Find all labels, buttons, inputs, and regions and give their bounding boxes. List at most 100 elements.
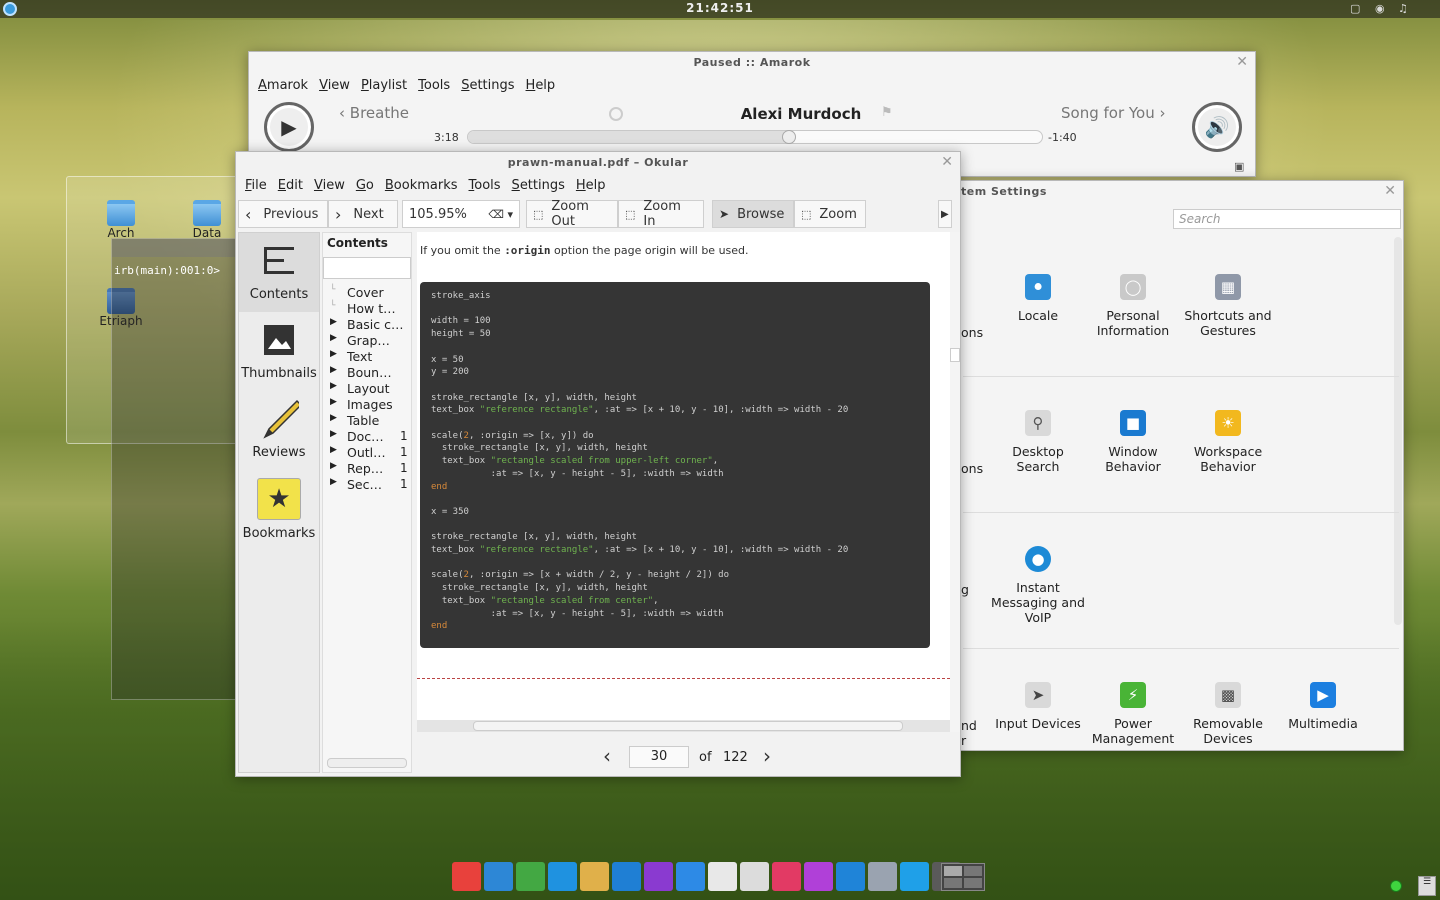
window-title[interactable]: tem Settings (947, 181, 1403, 203)
toc-item[interactable]: └ Cover (323, 285, 411, 301)
menu-edit[interactable]: Edit (275, 178, 311, 193)
expand-arrow-icon[interactable]: ▶ (330, 429, 337, 439)
setting-removable-devices[interactable]: ▩ Removable Devices (1180, 682, 1276, 746)
toc-item[interactable]: ▶ Basic c… (323, 317, 411, 333)
previous-track[interactable]: ‹ Breathe (339, 104, 409, 122)
toc-item[interactable]: └ How t… (323, 301, 411, 317)
sidebar-item-bookmarks[interactable]: ★ Bookmarks (239, 470, 319, 549)
setting-multimedia[interactable]: ▶ Multimedia (1275, 682, 1371, 731)
menu-settings[interactable]: Settings (509, 178, 573, 193)
dock-app-icon[interactable] (900, 862, 929, 891)
tray-volume-icon[interactable]: ♫ (1398, 2, 1408, 15)
toc-item[interactable]: ▶ Images (323, 397, 411, 413)
expand-arrow-icon[interactable]: ▶ (330, 445, 337, 455)
dock-app-icon[interactable] (516, 862, 545, 891)
dock-app-icon[interactable] (868, 862, 897, 891)
tray-clipboard-icon[interactable]: ▢ (1350, 2, 1360, 15)
menu-view[interactable]: View (316, 78, 358, 93)
dock-app-icon[interactable] (580, 862, 609, 891)
horizontal-scrollbar[interactable] (417, 720, 950, 732)
dock-app-icon[interactable] (772, 862, 801, 891)
desktop-icon-arch[interactable]: Arch (91, 200, 151, 240)
menu-file[interactable]: File (242, 178, 275, 193)
previous-button[interactable]: ‹ Previous (238, 200, 328, 228)
desktop-icon-data[interactable]: Data (177, 200, 237, 240)
close-icon[interactable]: ✕ (1384, 184, 1396, 198)
expand-arrow-icon[interactable]: ▶ (330, 349, 337, 359)
sidebar-item-reviews[interactable]: Reviews (239, 391, 319, 470)
clear-icon[interactable]: ⌫ ▾ (488, 208, 513, 221)
dock-app-icon[interactable] (804, 862, 833, 891)
sidebar-item-thumbnails[interactable]: Thumbnails (239, 312, 319, 391)
terminal-window[interactable]: irb(main):001:0> (111, 238, 241, 700)
setting-personal-information[interactable]: ◯ Personal Information (1085, 274, 1181, 338)
vertical-scrollbar-handle[interactable] (950, 348, 960, 362)
toc-item[interactable]: ▶ Sec… 1 (323, 477, 411, 493)
expand-arrow-icon[interactable]: ▶ (330, 413, 337, 423)
zoom-combobox[interactable]: 105.95% ⌫ ▾ (402, 200, 520, 228)
progress-handle[interactable] (782, 130, 797, 144)
toolbar-overflow-button[interactable]: ▶ (938, 200, 952, 228)
menu-settings[interactable]: Settings (458, 78, 522, 93)
chevron-left-icon[interactable]: ‹ (603, 744, 611, 768)
setting-power-management[interactable]: ⚡ Power Management (1085, 682, 1181, 746)
tray-network-icon[interactable]: ◉ (1375, 2, 1385, 15)
expand-arrow-icon[interactable]: ▶ (330, 317, 337, 327)
dock-app-icon[interactable] (548, 862, 577, 891)
chevron-right-icon[interactable]: › (763, 744, 771, 768)
menu-tools[interactable]: Tools (415, 78, 458, 93)
toc-item[interactable]: ▶ Rep… 1 (323, 461, 411, 477)
dock-app-icon[interactable] (612, 862, 641, 891)
menu-playlist[interactable]: Playlist (358, 78, 415, 93)
expand-arrow-icon[interactable]: ▶ (330, 333, 337, 343)
window-title[interactable]: Paused :: Amarok (249, 52, 1255, 74)
menu-help[interactable]: Help (573, 178, 614, 193)
scrollbar-handle[interactable] (473, 721, 903, 731)
dock-app-icon[interactable] (740, 862, 769, 891)
dock-app-icon[interactable] (452, 862, 481, 891)
clock[interactable]: 21:42:51 (0, 1, 1440, 15)
bookmark-icon[interactable]: ▣ (1234, 160, 1244, 173)
flag-icon[interactable]: ⚑ (881, 105, 893, 120)
menu-view[interactable]: View (311, 178, 353, 193)
setting-locale[interactable]: ⚫ Locale (990, 274, 1086, 323)
expand-arrow-icon[interactable]: ▶ (330, 397, 337, 407)
pager-widget[interactable] (941, 863, 985, 891)
setting-instant-messaging[interactable]: ● Instant Messaging and VoIP (990, 546, 1086, 625)
menu-go[interactable]: Go (353, 178, 382, 193)
zoom-tool-button[interactable]: ⬚ Zoom (794, 200, 866, 228)
dock-app-icon[interactable] (836, 862, 865, 891)
toc-item[interactable]: ▶ Table (323, 413, 411, 429)
expand-arrow-icon[interactable]: ▶ (330, 461, 337, 471)
sidebar-item-contents[interactable]: Contents (239, 233, 319, 312)
close-icon[interactable]: ✕ (941, 155, 953, 169)
menu-tools[interactable]: Tools (466, 178, 509, 193)
setting-window-behavior[interactable]: ■ Window Behavior (1085, 410, 1181, 474)
volume-button[interactable]: 🔊 (1192, 102, 1242, 152)
toc-item[interactable]: ▶ Grap… (323, 333, 411, 349)
scrollbar[interactable] (1394, 237, 1402, 625)
progress-slider[interactable] (467, 130, 1043, 144)
play-button[interactable]: ▶ (264, 102, 314, 152)
zoom-in-button[interactable]: ⬚ Zoom In (618, 199, 704, 229)
dock-app-icon[interactable] (484, 862, 513, 891)
expand-arrow-icon[interactable]: ▶ (330, 477, 337, 487)
dock-app-icon[interactable] (644, 862, 673, 891)
vertical-scrollbar[interactable] (950, 232, 960, 732)
document-page[interactable]: If you omit the :origin option the page … (417, 232, 950, 732)
window-title[interactable]: prawn-manual.pdf – Okular (236, 152, 960, 174)
page-number-input[interactable]: 30 (629, 746, 689, 768)
toc-item[interactable]: ▶ Boun… (323, 365, 411, 381)
cashew-icon[interactable]: ☰ (1418, 876, 1436, 896)
setting-desktop-search[interactable]: ⚲ Desktop Search (990, 410, 1086, 474)
expand-arrow-icon[interactable]: ▶ (330, 365, 337, 375)
status-indicator-icon[interactable] (1390, 880, 1402, 892)
close-icon[interactable]: ✕ (1236, 55, 1248, 69)
zoom-out-button[interactable]: ⬚ Zoom Out (526, 199, 618, 229)
setting-input-devices[interactable]: ➤ Input Devices (990, 682, 1086, 731)
menu-amarok[interactable]: Amarok (255, 78, 316, 93)
menu-bookmarks[interactable]: Bookmarks (382, 178, 466, 193)
setting-workspace-behavior[interactable]: ☀ Workspace Behavior (1180, 410, 1276, 474)
dock-app-icon[interactable] (708, 862, 737, 891)
expand-arrow-icon[interactable]: ▶ (330, 381, 337, 391)
